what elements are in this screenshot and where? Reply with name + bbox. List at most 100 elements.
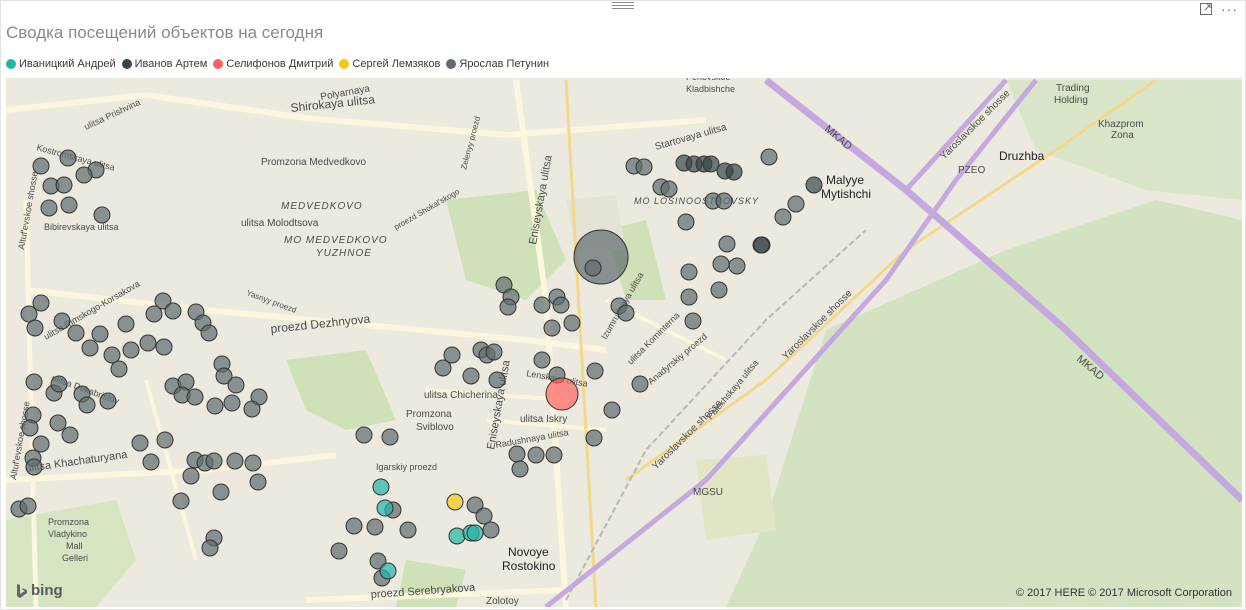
legend-item[interactable]: Селифонов Дмитрий [213, 58, 333, 70]
visit-point[interactable] [584, 259, 602, 277]
visit-point[interactable] [725, 163, 743, 181]
visit-point[interactable] [32, 157, 50, 175]
visit-point[interactable] [110, 360, 128, 378]
visit-point[interactable] [586, 362, 604, 380]
visit-point[interactable] [715, 192, 733, 210]
visit-point[interactable] [680, 288, 698, 306]
visit-point[interactable] [139, 334, 157, 352]
visit-point[interactable] [49, 414, 67, 432]
visit-point[interactable] [81, 339, 99, 357]
visit-point[interactable] [434, 359, 452, 377]
visit-point[interactable] [91, 325, 109, 343]
visit-point[interactable] [345, 517, 363, 535]
visit-point[interactable] [805, 176, 823, 194]
visit-point[interactable] [243, 400, 261, 418]
visit-point[interactable] [585, 429, 603, 447]
visit-point[interactable] [499, 298, 517, 316]
visit-point[interactable] [205, 452, 223, 470]
visit-point[interactable] [59, 149, 77, 167]
visit-point[interactable] [488, 371, 506, 389]
visit-point[interactable] [212, 483, 230, 501]
visit-point[interactable] [617, 304, 635, 322]
visit-point[interactable] [710, 281, 728, 299]
visit-point[interactable] [702, 155, 720, 173]
visit-point[interactable] [508, 445, 526, 463]
visit-point[interactable] [50, 375, 68, 393]
visit-point[interactable] [155, 338, 173, 356]
visit-point[interactable] [603, 401, 621, 419]
visit-point[interactable] [227, 376, 245, 394]
visit-point[interactable] [40, 199, 58, 217]
visit-point[interactable] [201, 539, 219, 557]
visit-point[interactable] [25, 373, 43, 391]
visit-point[interactable] [511, 460, 529, 478]
visit-point[interactable] [533, 296, 551, 314]
visit-point[interactable] [475, 507, 493, 525]
visit-point[interactable] [206, 397, 224, 415]
visit-point[interactable] [372, 478, 390, 496]
visit-point[interactable] [543, 319, 561, 337]
visit-point[interactable] [156, 431, 174, 449]
visit-point[interactable] [760, 148, 778, 166]
visit-point[interactable] [103, 346, 121, 364]
visit-point[interactable] [244, 454, 262, 472]
visit-point[interactable] [55, 176, 73, 194]
visit-point[interactable] [61, 426, 79, 444]
visit-point[interactable] [635, 158, 653, 176]
visit-point[interactable] [186, 388, 204, 406]
visit-point[interactable] [545, 446, 563, 464]
visit-point[interactable] [53, 312, 71, 330]
visit-point[interactable] [680, 263, 698, 281]
legend-item[interactable]: Ярослав Петунин [446, 58, 549, 70]
visit-point[interactable] [164, 302, 182, 320]
visit-point[interactable] [249, 473, 267, 491]
visit-point[interactable] [366, 518, 384, 536]
visit-point[interactable] [527, 446, 545, 464]
visit-point[interactable] [684, 312, 702, 330]
visit-point[interactable] [482, 521, 500, 539]
visit-point[interactable] [19, 497, 37, 515]
visit-point[interactable] [330, 542, 348, 560]
visit-point[interactable] [399, 521, 417, 539]
visit-point[interactable] [448, 527, 466, 545]
visit-point[interactable] [223, 394, 241, 412]
visit-point[interactable] [200, 324, 218, 342]
map-canvas[interactable]: Shirokaya ulitsa Promzona Medvedkovo MEDVE… [6, 78, 1242, 607]
visit-point[interactable] [545, 377, 579, 411]
map-svg[interactable]: Shirokaya ulitsaPromzona MedvedkovoMEDVE… [6, 78, 1242, 607]
legend-item[interactable]: Иванов Артем [121, 58, 207, 70]
visit-point[interactable] [552, 296, 570, 314]
visit-point[interactable] [93, 206, 111, 224]
visit-point[interactable] [712, 255, 730, 273]
legend-item[interactable]: Иваницкий Андрей [6, 58, 116, 70]
visit-point[interactable] [355, 426, 373, 444]
visit-point[interactable] [677, 213, 695, 231]
visit-point[interactable] [379, 562, 397, 580]
visit-point[interactable] [660, 180, 678, 198]
focus-mode-icon[interactable] [1199, 2, 1213, 16]
visit-point[interactable] [462, 367, 480, 385]
visit-point[interactable] [752, 236, 770, 254]
visit-point[interactable] [466, 524, 484, 542]
visit-point[interactable] [226, 452, 244, 470]
visit-point[interactable] [117, 315, 135, 333]
visit-point[interactable] [32, 435, 50, 453]
visit-point[interactable] [182, 467, 200, 485]
legend-item[interactable]: Сергей Лемзяков [339, 58, 440, 70]
visit-point[interactable] [21, 419, 39, 437]
visit-point[interactable] [26, 319, 44, 337]
visit-point[interactable] [631, 375, 649, 393]
visit-point[interactable] [67, 324, 85, 342]
visit-point[interactable] [142, 453, 160, 471]
visit-point[interactable] [172, 492, 190, 510]
visit-point[interactable] [787, 195, 805, 213]
visit-point[interactable] [446, 493, 464, 511]
visit-point[interactable] [728, 257, 746, 275]
drag-handle-icon[interactable] [612, 2, 634, 10]
visit-point[interactable] [485, 343, 503, 361]
more-options-icon[interactable]: ··· [1221, 2, 1238, 16]
visit-point[interactable] [75, 166, 93, 184]
visit-point[interactable] [99, 392, 117, 410]
visit-point[interactable] [78, 396, 96, 414]
visit-point[interactable] [122, 341, 140, 359]
